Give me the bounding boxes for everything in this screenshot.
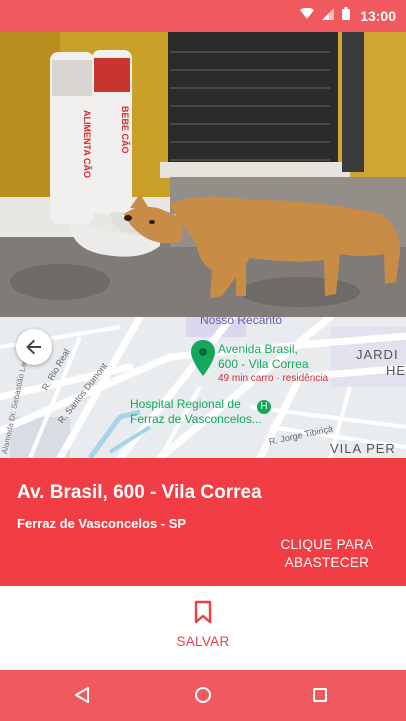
map-pin-label-line1: Avenida Brasil, bbox=[218, 342, 298, 356]
map-pin-icon bbox=[191, 340, 215, 381]
nav-back-button[interactable] bbox=[62, 677, 102, 713]
nav-home-button[interactable] bbox=[183, 677, 223, 713]
map-label-he: HE bbox=[386, 363, 406, 378]
dog-feeder-photo: ALIMENTA CÃO BEBE CÃO bbox=[0, 32, 406, 317]
refill-button[interactable]: CLIQUE PARA ABASTECER bbox=[272, 536, 382, 572]
status-bar: 13:00 bbox=[0, 0, 406, 32]
save-area: SALVAR bbox=[0, 586, 406, 670]
signal-icon bbox=[322, 7, 335, 25]
system-nav-bar bbox=[0, 670, 406, 721]
refill-button-line1: CLIQUE PARA bbox=[280, 537, 374, 552]
arrow-back-icon bbox=[26, 339, 41, 355]
battery-icon bbox=[342, 7, 351, 25]
save-button[interactable]: SALVAR bbox=[158, 600, 248, 656]
hospital-icon: H bbox=[257, 400, 271, 414]
nav-recents-button[interactable] bbox=[300, 677, 340, 713]
back-button[interactable] bbox=[16, 329, 52, 365]
map-label-hospital-line2: Ferraz de Vasconcelos... bbox=[130, 412, 262, 426]
map-label-hospital-line1: Hospital Regional de bbox=[130, 397, 241, 411]
location-map[interactable]: Nosso Recanto Avenida Brasil, 600 - Vila… bbox=[0, 317, 406, 458]
svg-text:BEBE CÃO: BEBE CÃO bbox=[120, 106, 130, 154]
save-label: SALVAR bbox=[176, 634, 230, 649]
svg-text:ALIMENTA CÃO: ALIMENTA CÃO bbox=[82, 110, 92, 178]
map-label-jardim: JARDI bbox=[356, 347, 399, 362]
bookmark-icon bbox=[194, 600, 212, 624]
back-triangle-icon bbox=[75, 687, 89, 703]
recents-square-icon bbox=[313, 688, 327, 702]
address-card: Av. Brasil, 600 - Vila Correa Ferraz de … bbox=[0, 458, 406, 586]
home-circle-icon bbox=[195, 687, 211, 703]
map-pin-label-line2: 600 - Vila Correa bbox=[218, 357, 309, 371]
address-city: Ferraz de Vasconcelos - SP bbox=[17, 516, 187, 531]
address-title: Av. Brasil, 600 - Vila Correa bbox=[17, 482, 262, 503]
map-label-vila-pera: VILA PER bbox=[330, 441, 396, 456]
map-travel-time: 49 min carro · residência bbox=[218, 373, 329, 384]
status-time: 13:00 bbox=[360, 8, 396, 24]
wifi-icon bbox=[300, 7, 315, 25]
refill-button-line2: ABASTECER bbox=[284, 555, 370, 570]
map-label-nosso-recanto: Nosso Recanto bbox=[200, 317, 283, 327]
